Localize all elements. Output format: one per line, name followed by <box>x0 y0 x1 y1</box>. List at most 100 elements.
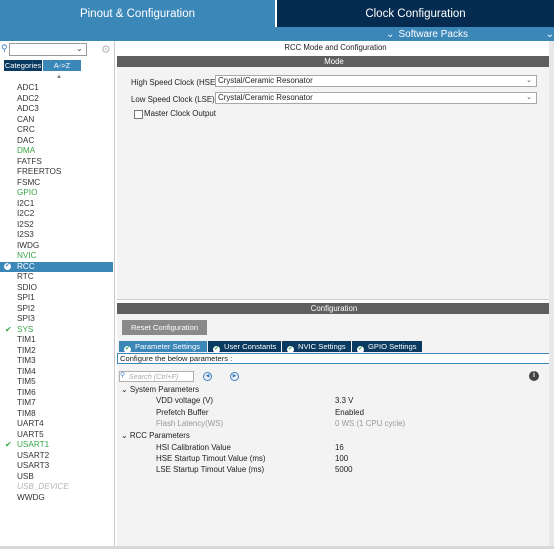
peripheral-label: GPIO <box>17 188 38 197</box>
peripheral-item-tim5[interactable]: TIM5 <box>0 377 113 388</box>
peripheral-item-dma[interactable]: DMA <box>0 146 113 157</box>
peripheral-item-tim3[interactable]: TIM3 <box>0 356 113 367</box>
check-icon: ✔ <box>213 346 220 353</box>
reset-configuration-button[interactable]: Reset Configuration <box>122 320 207 335</box>
peripheral-item-i2s2[interactable]: I2S2 <box>0 220 113 231</box>
peripheral-item-freertos[interactable]: FREERTOS <box>0 167 113 178</box>
peripheral-item-usart1[interactable]: ✔ USART1 <box>0 440 113 451</box>
param-name: Prefetch Buffer <box>156 408 209 417</box>
peripheral-label: USART1 <box>17 440 50 449</box>
param-value[interactable]: 3.3 V <box>335 396 353 405</box>
peripheral-item-i2c1[interactable]: I2C1 <box>0 199 113 210</box>
chevron-down-icon[interactable]: ⌄ <box>546 27 554 41</box>
panel-title: RCC Mode and Configuration <box>284 43 387 52</box>
tab-clock-configuration[interactable]: Clock Configuration <box>277 0 554 27</box>
peripheral-item-tim4[interactable]: TIM4 <box>0 367 113 378</box>
peripheral-item-spi1[interactable]: SPI1 <box>0 293 113 304</box>
peripheral-item-sys[interactable]: ✔ SYS <box>0 325 113 336</box>
check-icon: ✔ <box>4 263 11 270</box>
peripheral-label: TIM3 <box>17 356 36 365</box>
peripheral-label: TIM1 <box>17 335 36 344</box>
tab-user-constants[interactable]: ✔ User Constants <box>208 341 281 353</box>
peripheral-item-adc3[interactable]: ADC3 <box>0 104 113 115</box>
peripheral-item-tim7[interactable]: TIM7 <box>0 398 113 409</box>
peripheral-item-tim8[interactable]: TIM8 <box>0 409 113 420</box>
peripheral-item-can[interactable]: CAN <box>0 115 113 126</box>
peripheral-item-i2s3[interactable]: I2S3 <box>0 230 113 241</box>
param-value[interactable]: 100 <box>335 454 348 463</box>
peripheral-item-tim1[interactable]: TIM1 <box>0 335 113 346</box>
peripheral-item-adc1[interactable]: ADC1 <box>0 83 113 94</box>
peripheral-item-uart4[interactable]: UART4 <box>0 419 113 430</box>
peripheral-label: IWDG <box>17 240 40 250</box>
tab-nvic-settings[interactable]: ✔ NVIC Settings <box>282 341 351 353</box>
group-title: System Parameters <box>129 385 200 394</box>
peripheral-label: UART4 <box>17 419 44 428</box>
tab-label: User Constants <box>224 342 277 351</box>
panel-splitter[interactable] <box>117 299 551 300</box>
peripheral-item-fsmc[interactable]: FSMC <box>0 178 113 189</box>
peripheral-label: USART3 <box>17 461 50 470</box>
peripheral-item-wwdg[interactable]: WWDG <box>0 493 113 504</box>
vertical-scrollbar[interactable] <box>549 41 554 546</box>
peripheral-item-sdio[interactable]: SDIO <box>0 283 113 294</box>
view-categories-button[interactable]: Categories <box>4 60 42 71</box>
peripheral-label: SPI2 <box>17 303 35 313</box>
peripheral-item-usart2[interactable]: USART2 <box>0 451 113 462</box>
software-packs-label: Software Packs <box>398 28 468 40</box>
peripheral-item-usart3[interactable]: USART3 <box>0 461 113 472</box>
tab-pinout-configuration[interactable]: Pinout & Configuration <box>0 0 275 27</box>
tab-parameter-settings[interactable]: ✔ Parameter Settings <box>119 341 207 353</box>
check-icon: ✔ <box>5 324 12 334</box>
peripheral-label: ADC3 <box>17 104 39 113</box>
peripheral-item-adc2[interactable]: ADC2 <box>0 94 113 105</box>
peripheral-item-tim6[interactable]: TIM6 <box>0 388 113 399</box>
peripheral-item-usb-device[interactable]: USB_DEVICE <box>0 482 113 493</box>
master-clock-output-checkbox[interactable] <box>134 110 143 119</box>
param-value[interactable]: Enabled <box>335 408 364 417</box>
parameter-search-input[interactable]: Search (Ctrl+F) <box>119 371 194 382</box>
peripheral-label: TIM6 <box>17 387 36 397</box>
peripheral-item-dac[interactable]: DAC <box>0 136 113 147</box>
peripheral-item-spi3[interactable]: SPI3 <box>0 314 113 325</box>
peripheral-item-tim2[interactable]: TIM2 <box>0 346 113 357</box>
software-packs-menu[interactable]: ⌄ Software Packs <box>386 27 468 41</box>
peripheral-item-i2c2[interactable]: I2C2 <box>0 209 113 220</box>
peripheral-item-gpio[interactable]: GPIO <box>0 188 113 199</box>
peripheral-label: ADC1 <box>17 83 39 92</box>
peripheral-item-iwdg[interactable]: IWDG <box>0 241 113 252</box>
previous-match-icon[interactable]: ◀ <box>203 372 212 381</box>
param-name: HSI Calibration Value <box>156 443 231 452</box>
peripheral-item-usb[interactable]: USB <box>0 472 113 483</box>
sort-up-icon[interactable]: ▲ <box>56 74 62 80</box>
check-icon: ✔ <box>287 346 294 353</box>
view-alphabetical-button[interactable]: A->Z <box>43 60 81 71</box>
peripheral-item-rcc[interactable]: ✔ RCC <box>0 261 113 272</box>
chevron-down-icon[interactable]: ⌄ <box>76 44 83 53</box>
lse-label: Low Speed Clock (LSE) <box>131 95 215 104</box>
hse-select[interactable]: Crystal/Ceramic Resonator ⌄ <box>215 75 537 87</box>
peripheral-label: RCC <box>17 261 35 271</box>
peripheral-item-fatfs[interactable]: FATFS <box>0 157 113 168</box>
param-name: VDD voltage (V) <box>156 396 214 405</box>
search-icon: ⚲ <box>120 372 126 379</box>
gear-icon[interactable]: ⚙ <box>101 43 112 56</box>
peripheral-label: SPI3 <box>17 314 35 323</box>
configuration-section-header: Configuration <box>117 303 551 314</box>
tab-gpio-settings[interactable]: ✔ GPIO Settings <box>352 341 422 353</box>
peripheral-item-uart5[interactable]: UART5 <box>0 430 113 441</box>
peripheral-item-rtc[interactable]: RTC <box>0 272 113 283</box>
info-icon[interactable]: i <box>529 371 539 381</box>
view-categories-label: Categories <box>4 61 42 70</box>
peripheral-item-crc[interactable]: CRC <box>0 125 113 136</box>
chevron-down-icon: ⌄ <box>526 77 532 84</box>
group-system-parameters[interactable]: ⌄ System Parameters <box>121 385 199 394</box>
param-value[interactable]: 16 <box>335 443 344 452</box>
group-rcc-parameters[interactable]: ⌄ RCC Parameters <box>121 431 190 440</box>
lse-select[interactable]: Crystal/Ceramic Resonator ⌄ <box>215 92 537 104</box>
next-match-icon[interactable]: ▶ <box>230 372 239 381</box>
peripheral-item-spi2[interactable]: SPI2 <box>0 304 113 315</box>
tab-label: Parameter Settings <box>135 342 200 351</box>
param-value[interactable]: 5000 <box>335 465 353 474</box>
peripheral-item-nvic[interactable]: NVIC <box>0 251 113 262</box>
